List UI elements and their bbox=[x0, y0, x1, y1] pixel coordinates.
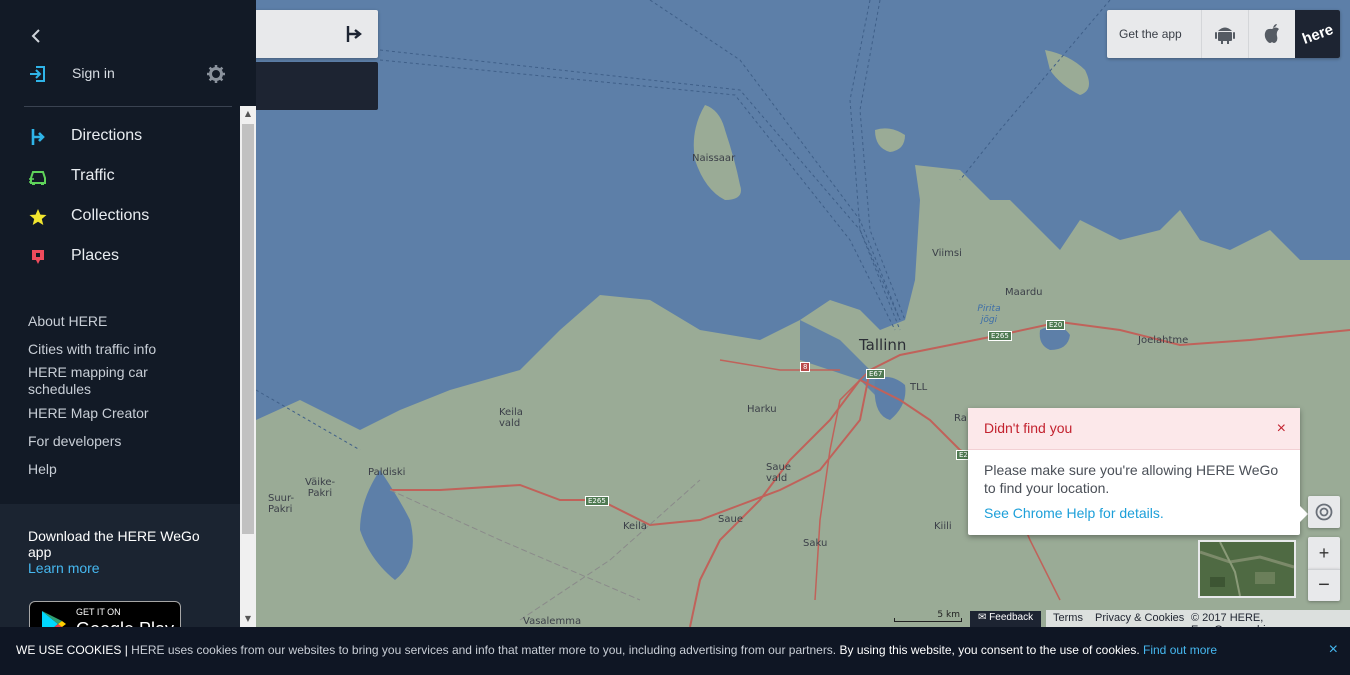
gplay-small-text: GET IT ON bbox=[76, 607, 121, 617]
zoom-in-button[interactable]: + bbox=[1308, 537, 1340, 569]
traffic-car-icon bbox=[29, 171, 46, 185]
scroll-down-arrow-icon[interactable]: ▼ bbox=[240, 611, 256, 627]
drawer-divider bbox=[24, 106, 232, 107]
map-label-joelahtme: Joelahtme bbox=[1138, 335, 1189, 346]
road-shield-e265: E265 bbox=[988, 331, 1012, 341]
nav-places-label: Places bbox=[71, 247, 120, 264]
cookie-close-icon[interactable]: × bbox=[1329, 641, 1338, 659]
popup-header: Didn't find you × bbox=[968, 408, 1300, 450]
satellite-minimap[interactable] bbox=[1198, 540, 1296, 598]
map-label-maardu: Maardu bbox=[1005, 287, 1043, 298]
locate-icon bbox=[1315, 503, 1333, 521]
link-developers[interactable]: For developers bbox=[28, 433, 218, 450]
feedback-icon: ✉ bbox=[978, 612, 990, 623]
nav-traffic[interactable]: Traffic bbox=[28, 163, 228, 191]
drawer-scrollbar[interactable]: ▲ ▼ bbox=[240, 106, 256, 627]
popup-message: Please make sure you're allowing HERE We… bbox=[984, 462, 1279, 496]
scrollbar-thumb[interactable] bbox=[242, 124, 254, 534]
cookie-body: HERE uses cookies from our websites to b… bbox=[131, 643, 837, 657]
map-label-vaike-pakri: Väike-Pakri bbox=[305, 477, 336, 499]
chevron-left-icon[interactable] bbox=[30, 28, 46, 48]
feedback-button[interactable]: ✉ Feedback bbox=[970, 611, 1042, 627]
link-about-here[interactable]: About HERE bbox=[28, 313, 218, 330]
map-label-saue-vald: Saue vald bbox=[766, 462, 791, 484]
route-search-box[interactable] bbox=[240, 10, 378, 58]
cookie-heading: WE USE COOKIES bbox=[16, 643, 122, 657]
link-help[interactable]: Help bbox=[28, 461, 218, 478]
map-label-viimsi: Viimsi bbox=[932, 248, 962, 259]
place-pin-icon bbox=[32, 250, 44, 264]
drawer-content: Sign in Directions Traffic Collections P… bbox=[0, 0, 240, 627]
map-label-harku: Harku bbox=[747, 404, 777, 415]
link-mapping-car-schedules[interactable]: HERE mapping car schedules bbox=[28, 364, 178, 398]
map-label-paldiski: Paldiski bbox=[368, 467, 406, 478]
nav-directions-label: Directions bbox=[71, 127, 143, 144]
map-label-tallinn: Tallinn bbox=[859, 336, 907, 354]
feedback-label: Feedback bbox=[989, 612, 1034, 623]
download-app-section: Download the HERE WeGo app Learn more GE… bbox=[0, 504, 240, 627]
road-shield-e265: E265 bbox=[585, 496, 609, 506]
cookie-text: WE USE COOKIES | HERE uses cookies from … bbox=[16, 643, 1217, 657]
map-label-keila: Keila bbox=[623, 521, 647, 532]
directions-icon[interactable] bbox=[344, 24, 364, 44]
map-label-ra: Ra bbox=[954, 413, 967, 424]
popup-title: Didn't find you bbox=[984, 420, 1073, 436]
google-play-icon bbox=[42, 611, 66, 627]
cookie-consent: By using this website, you consent to th… bbox=[836, 643, 1140, 657]
route-panel bbox=[240, 62, 378, 110]
map-label-kiili: Kiili bbox=[934, 521, 952, 532]
zoom-out-button[interactable]: − bbox=[1308, 569, 1340, 601]
signin-icon bbox=[30, 66, 45, 82]
nav-traffic-label: Traffic bbox=[71, 167, 115, 184]
locate-me-button[interactable] bbox=[1308, 496, 1340, 528]
get-the-app-bar: Get the app here bbox=[1107, 10, 1340, 58]
nav-collections-label: Collections bbox=[71, 207, 150, 224]
scroll-up-arrow-icon[interactable]: ▲ bbox=[240, 106, 256, 122]
learn-more-link[interactable]: Learn more bbox=[28, 560, 100, 576]
popup-arrow bbox=[1300, 506, 1308, 522]
nav-places[interactable]: Places bbox=[28, 243, 228, 271]
gear-icon[interactable] bbox=[206, 64, 226, 84]
side-drawer: Sign in Directions Traffic Collections P… bbox=[0, 0, 256, 627]
scale-bar: 5 km bbox=[894, 610, 964, 624]
directions-icon bbox=[31, 129, 45, 145]
signin-label[interactable]: Sign in bbox=[72, 65, 115, 81]
star-icon bbox=[29, 209, 47, 225]
map-footer: 5 km ✉ Feedback Terms Privacy & Cookies … bbox=[256, 610, 1350, 636]
gplay-big-text: Google Play bbox=[76, 619, 174, 627]
nav-directions[interactable]: Directions bbox=[28, 123, 228, 151]
minimap-image bbox=[1200, 542, 1294, 596]
get-the-app-label: Get the app bbox=[1119, 27, 1182, 41]
here-logo[interactable]: here bbox=[1295, 10, 1340, 58]
road-shield-8: 8 bbox=[800, 362, 811, 372]
nav-collections[interactable]: Collections bbox=[28, 203, 228, 231]
chrome-help-link[interactable]: See Chrome Help for details. bbox=[984, 505, 1164, 521]
apple-icon[interactable] bbox=[1248, 10, 1295, 58]
scale-label: 5 km bbox=[937, 610, 960, 620]
find-out-more-link[interactable]: Find out more bbox=[1143, 643, 1217, 657]
road-shield-e20: E20 bbox=[1046, 320, 1066, 330]
map-label-pirita: Pirita jõgi bbox=[977, 304, 1001, 325]
terms-link[interactable]: Terms bbox=[1053, 612, 1083, 624]
cookie-separator: | bbox=[121, 643, 132, 657]
road-shield-e67: E67 bbox=[866, 369, 886, 379]
privacy-link[interactable]: Privacy & Cookies bbox=[1095, 612, 1184, 624]
signin-row[interactable]: Sign in bbox=[28, 62, 232, 86]
location-error-popup: Didn't find you × Please make sure you'r… bbox=[968, 408, 1308, 535]
here-logo-text: here bbox=[1299, 20, 1336, 48]
map-label-saku: Saku bbox=[803, 538, 828, 549]
download-title: Download the HERE WeGo app bbox=[28, 528, 200, 560]
map-label-keila-vald: Keila vald bbox=[499, 407, 523, 429]
google-play-badge[interactable]: GET IT ON Google Play bbox=[29, 601, 181, 627]
map-label-tll: TLL bbox=[910, 382, 928, 393]
link-cities-traffic[interactable]: Cities with traffic info bbox=[28, 341, 218, 358]
map-label-saue: Saue bbox=[718, 514, 743, 525]
map-label-suur-pakri: Suur-Pakri bbox=[268, 493, 295, 515]
map-label-naissaar: Naissaar bbox=[692, 153, 736, 164]
link-map-creator[interactable]: HERE Map Creator bbox=[28, 405, 218, 422]
popup-close-icon[interactable]: × bbox=[1277, 420, 1286, 438]
android-icon[interactable] bbox=[1201, 10, 1248, 58]
cookie-banner: WE USE COOKIES | HERE uses cookies from … bbox=[0, 627, 1350, 675]
